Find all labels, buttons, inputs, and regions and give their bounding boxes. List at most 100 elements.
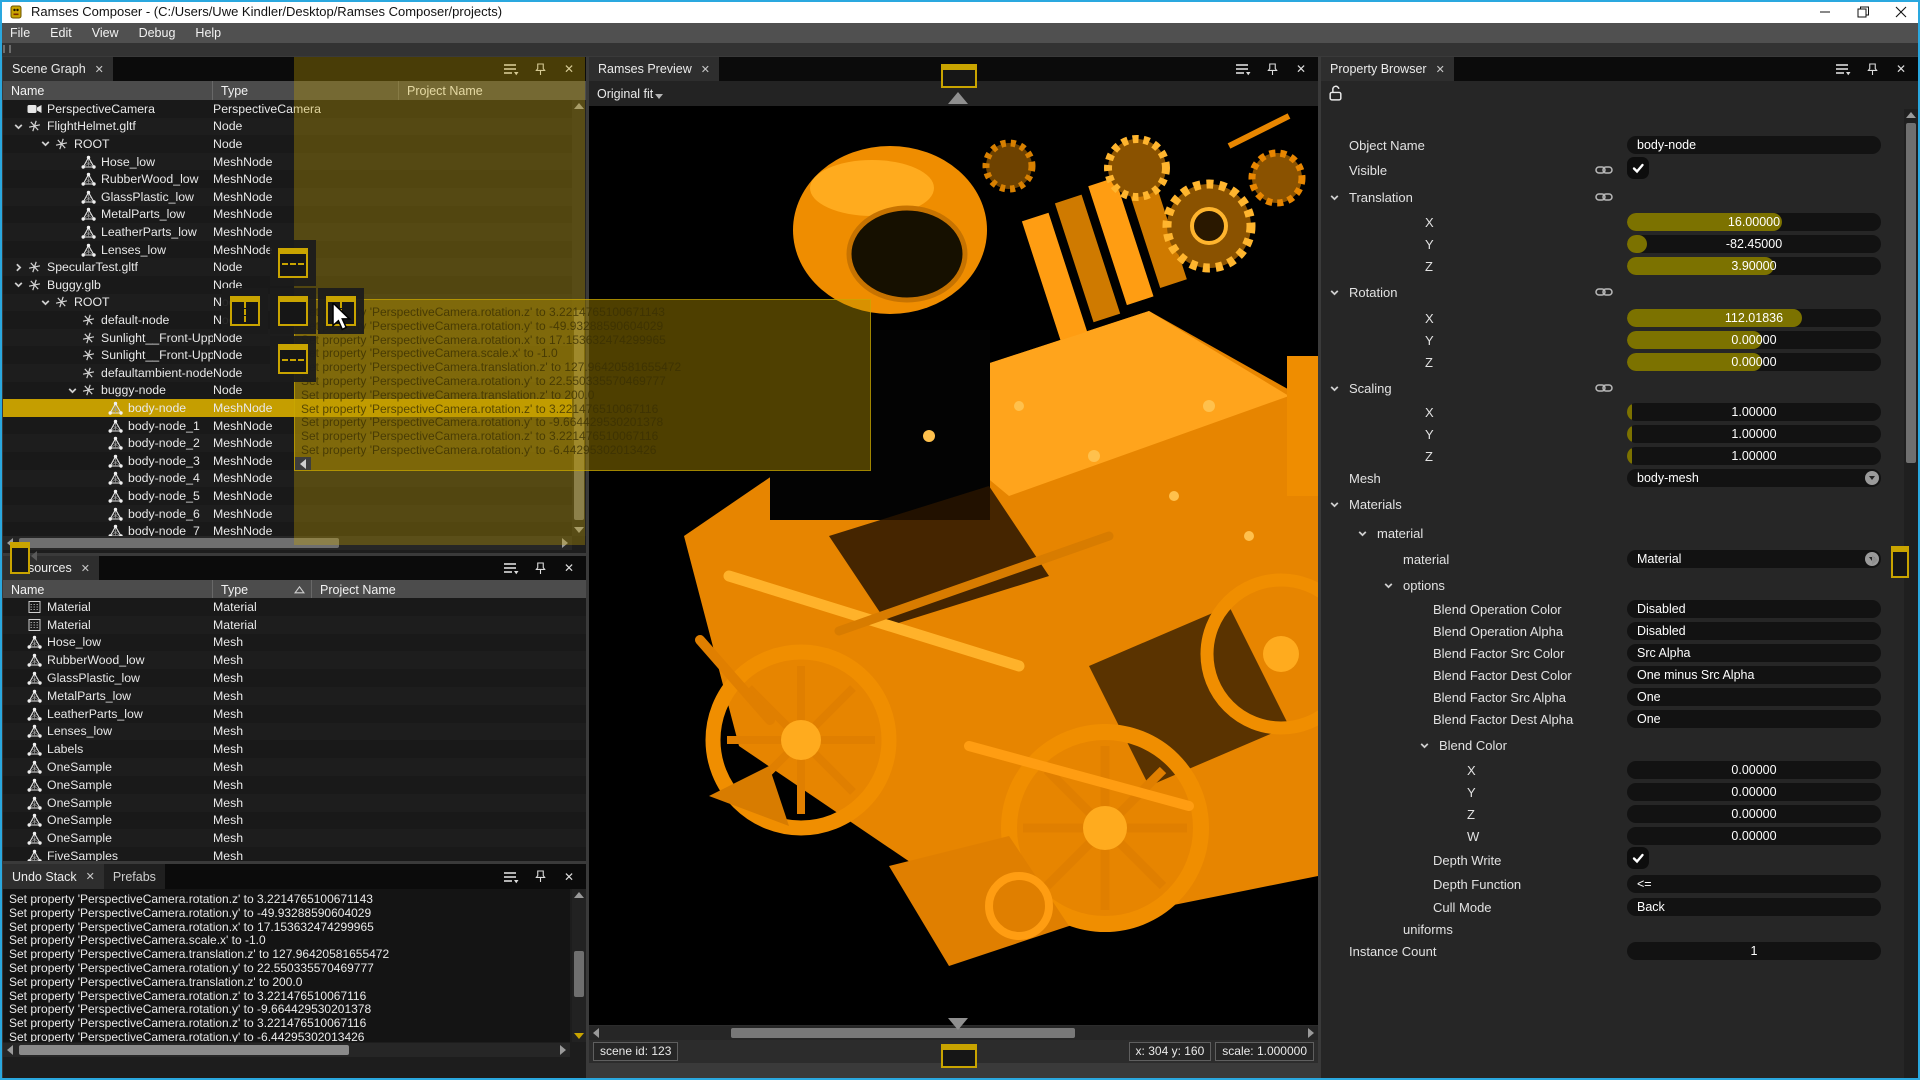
dock-left-edge-indicator[interactable] (10, 542, 30, 574)
zoom-mode-dropdown[interactable]: Original fit (597, 87, 653, 101)
list-row-onesample[interactable]: OneSampleMesh (3, 794, 586, 812)
pin-icon[interactable] (1864, 62, 1880, 77)
menu-item-view[interactable]: View (82, 23, 129, 43)
dropdown-mesh[interactable]: body-mesh (1627, 469, 1881, 487)
scrollbar-thumb[interactable] (1906, 123, 1916, 463)
slider-z[interactable]: 0.00000 (1627, 353, 1881, 371)
input-object-name[interactable]: body-node (1627, 136, 1881, 154)
chevron-down-icon[interactable] (1329, 191, 1343, 203)
list-row-glassplastic-low[interactable]: GlassPlastic_lowMesh (3, 669, 586, 687)
tab-close-icon[interactable]: ✕ (95, 63, 104, 76)
slider-x[interactable]: 16.00000 (1627, 213, 1881, 231)
menu-item-help[interactable]: Help (185, 23, 231, 43)
panel-menu-icon[interactable] (1235, 62, 1251, 77)
link-icon[interactable] (1595, 163, 1615, 177)
slider-y[interactable]: 0.00000 (1627, 783, 1881, 801)
list-row-hose-low[interactable]: Hose_lowMesh (3, 634, 586, 652)
checkbox-depth-write[interactable] (1627, 847, 1649, 869)
scrollbar-thumb[interactable] (19, 1045, 349, 1055)
expander-open-icon[interactable] (11, 278, 25, 292)
list-row-onesample[interactable]: OneSampleMesh (3, 812, 586, 830)
dropdown-material[interactable]: Material (1627, 550, 1881, 568)
list-row-metalparts-low[interactable]: MetalParts_lowMesh (3, 687, 586, 705)
maximize-button[interactable] (1844, 0, 1882, 23)
column-header-name[interactable]: Name (3, 580, 213, 599)
panel-close-icon[interactable]: ✕ (561, 561, 577, 576)
scrollbar-thumb[interactable] (574, 951, 584, 997)
enum-blend-factor-src-color[interactable]: Src Alpha (1627, 644, 1881, 662)
column-header-name[interactable]: Name (3, 81, 213, 100)
dropdown-arrow-icon[interactable] (1865, 471, 1879, 485)
chevron-down-icon[interactable] (1329, 286, 1343, 298)
dock-center-indicator[interactable] (278, 296, 308, 326)
dock-top-indicator[interactable] (278, 248, 308, 278)
slider-x[interactable]: 1.00000 (1627, 403, 1881, 421)
slider-z[interactable]: 3.90000 (1627, 257, 1881, 275)
menu-item-debug[interactable]: Debug (129, 23, 186, 43)
scroll-right-icon[interactable] (556, 1044, 570, 1056)
scrollbar-thumb[interactable] (731, 1028, 1075, 1038)
panel-close-icon[interactable]: ✕ (561, 869, 577, 884)
expander-open-icon[interactable] (65, 383, 79, 397)
expander-open-icon[interactable] (11, 119, 25, 133)
column-header-type[interactable]: Type (213, 580, 312, 599)
chevron-down-icon[interactable] (1419, 739, 1433, 751)
slider-y[interactable]: 0.00000 (1627, 331, 1881, 349)
enum-blend-factor-dest-color[interactable]: One minus Src Alpha (1627, 666, 1881, 684)
slider-z[interactable]: 1.00000 (1627, 447, 1881, 465)
tab-undo-stack[interactable]: Undo Stack✕ (3, 864, 104, 889)
dock-left-indicator[interactable] (230, 296, 260, 326)
list-row-material[interactable]: MaterialMaterial (3, 598, 586, 616)
enum-blend-operation-alpha[interactable]: Disabled (1627, 622, 1881, 640)
list-row-lenses-low[interactable]: Lenses_lowMesh (3, 723, 586, 741)
panel-menu-icon[interactable] (503, 561, 519, 576)
tab-property-browser[interactable]: Property Browser✕ (1321, 57, 1454, 81)
list-row-leatherparts-low[interactable]: LeatherParts_lowMesh (3, 705, 586, 723)
tab-close-icon[interactable]: ✕ (701, 63, 710, 76)
preview-viewport[interactable] (589, 106, 1318, 1025)
list-row-onesample[interactable]: OneSampleMesh (3, 776, 586, 794)
property-vscrollbar[interactable] (1904, 109, 1918, 1078)
link-icon[interactable] (1595, 190, 1615, 204)
undo-hscrollbar[interactable] (3, 1043, 570, 1057)
pin-icon[interactable] (532, 561, 548, 576)
scrollbar-thumb[interactable] (19, 538, 339, 548)
list-row-labels[interactable]: LabelsMesh (3, 740, 586, 758)
scroll-down-icon[interactable] (572, 1030, 586, 1042)
column-header-project[interactable]: Project Name (312, 580, 586, 599)
list-row-fivesamples[interactable]: FiveSamplesMesh (3, 847, 586, 861)
close-button[interactable] (1882, 0, 1920, 23)
enum-cull-mode[interactable]: Back (1627, 898, 1881, 916)
scroll-up-icon[interactable] (1904, 109, 1918, 121)
scroll-left-icon[interactable] (3, 1044, 17, 1056)
slider-w[interactable]: 0.00000 (1627, 827, 1881, 845)
scroll-right-icon[interactable] (1304, 1027, 1318, 1039)
enum-blend-factor-src-alpha[interactable]: One (1627, 688, 1881, 706)
minimize-button[interactable] (1806, 0, 1844, 23)
chevron-down-icon[interactable] (1383, 579, 1397, 591)
link-icon[interactable] (1595, 381, 1615, 395)
dock-right-edge-indicator[interactable] (1891, 546, 1909, 578)
panel-close-icon[interactable]: ✕ (1893, 62, 1909, 77)
dock-bottom-indicator[interactable] (278, 344, 308, 374)
pin-icon[interactable] (532, 869, 548, 884)
enum-blend-factor-dest-alpha[interactable]: One (1627, 710, 1881, 728)
slider-x[interactable]: 112.01836 (1627, 309, 1881, 327)
menu-item-file[interactable]: File (0, 23, 40, 43)
panel-close-icon[interactable]: ✕ (1293, 62, 1309, 77)
pin-icon[interactable] (1264, 62, 1280, 77)
slider-y[interactable]: 1.00000 (1627, 425, 1881, 443)
chevron-down-icon[interactable] (1329, 382, 1343, 394)
slider-y[interactable]: -82.45000 (1627, 235, 1881, 253)
panel-menu-icon[interactable] (503, 869, 519, 884)
slider-z[interactable]: 0.00000 (1627, 805, 1881, 823)
slider-instance-count[interactable]: 1 (1627, 942, 1881, 960)
panel-menu-icon[interactable] (1835, 62, 1851, 77)
tab-scene-graph[interactable]: Scene Graph✕ (3, 57, 113, 81)
tab-close-icon[interactable]: ✕ (1436, 63, 1445, 76)
list-row-rubberwood-low[interactable]: RubberWood_lowMesh (3, 651, 586, 669)
checkbox-visible[interactable] (1627, 157, 1649, 179)
chevron-down-icon[interactable] (1357, 527, 1371, 539)
expander-closed-icon[interactable] (11, 260, 25, 274)
expander-open-icon[interactable] (38, 137, 52, 151)
